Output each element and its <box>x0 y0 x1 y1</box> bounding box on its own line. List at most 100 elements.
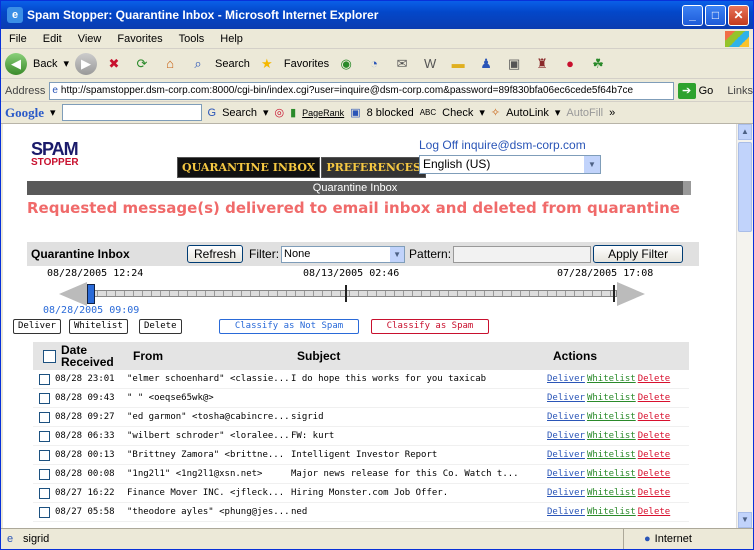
row-checkbox[interactable] <box>39 392 50 404</box>
table-row[interactable]: 08/28 09:27 "ed garmon" <tosha@cabincre..… <box>33 408 689 427</box>
autolink-dropdown-icon[interactable]: ▾ <box>555 106 561 119</box>
row-whitelist-link[interactable]: Whitelist <box>587 393 636 403</box>
go-button[interactable]: Go <box>699 85 714 97</box>
stop-icon[interactable]: ✖ <box>103 53 125 75</box>
tab-preferences[interactable]: PREFERENCES <box>321 157 426 178</box>
row-checkbox[interactable] <box>39 468 50 480</box>
row-deliver-link[interactable]: Deliver <box>547 507 585 517</box>
table-row[interactable]: 08/28 00:13 "Brittney Zamora" <brittne...… <box>33 446 689 465</box>
pagerank-label[interactable]: PageRank <box>302 108 344 118</box>
row-deliver-link[interactable]: Deliver <box>547 431 585 441</box>
messenger-icon[interactable]: ♟ <box>475 53 497 75</box>
filter-select[interactable]: None ▼ <box>281 245 406 263</box>
table-row[interactable]: 08/28 23:01 "elmer schoenhard" <classie..… <box>33 370 689 389</box>
row-deliver-link[interactable]: Deliver <box>547 469 585 479</box>
timeline-right-arrow-icon[interactable] <box>617 282 645 306</box>
address-field[interactable]: e http://spamstopper.dsm-corp.com:8000/c… <box>49 81 674 100</box>
menu-favorites[interactable]: Favorites <box>109 33 170 45</box>
refresh-button[interactable]: Refresh <box>187 245 244 263</box>
row-checkbox[interactable] <box>39 411 50 423</box>
row-deliver-link[interactable]: Deliver <box>547 412 585 422</box>
row-delete-link[interactable]: Delete <box>638 469 671 479</box>
links-button[interactable]: Links <box>727 85 753 97</box>
stopper-icon[interactable]: ● <box>559 53 581 75</box>
back-button[interactable]: Back <box>33 58 57 70</box>
table-row[interactable]: 08/28 06:33 "wilbert schroder" <loralee..… <box>33 427 689 446</box>
row-delete-link[interactable]: Delete <box>638 507 671 517</box>
row-whitelist-link[interactable]: Whitelist <box>587 488 636 498</box>
row-delete-link[interactable]: Delete <box>638 393 671 403</box>
history-icon[interactable]: ◔ <box>363 53 385 75</box>
row-delete-link[interactable]: Delete <box>638 431 671 441</box>
row-delete-link[interactable]: Delete <box>638 450 671 460</box>
scroll-down-icon[interactable]: ▼ <box>738 512 752 528</box>
row-whitelist-link[interactable]: Whitelist <box>587 412 636 422</box>
column-from[interactable]: From <box>133 349 297 363</box>
menu-view[interactable]: View <box>70 33 110 45</box>
scroll-thumb[interactable] <box>738 142 752 232</box>
row-subject[interactable]: Major news release for this Co. Watch t.… <box>291 469 547 479</box>
autofill-button[interactable]: AutoFill <box>566 107 603 119</box>
row-checkbox[interactable] <box>39 373 50 385</box>
row-whitelist-link[interactable]: Whitelist <box>587 431 636 441</box>
check-button[interactable]: Check <box>442 107 473 119</box>
google-search-button[interactable]: Search <box>222 107 257 119</box>
go-arrow-icon[interactable]: ➔ <box>677 82 696 99</box>
back-dropdown-icon[interactable]: ▾ <box>63 57 69 70</box>
row-subject[interactable]: I do hope this works for you taxicab <box>291 374 547 384</box>
menu-file[interactable]: File <box>1 33 35 45</box>
row-delete-link[interactable]: Delete <box>638 374 671 384</box>
mail-icon[interactable]: ✉ <box>391 53 413 75</box>
research-icon[interactable]: ▣ <box>503 53 525 75</box>
row-deliver-link[interactable]: Deliver <box>547 393 585 403</box>
row-subject[interactable]: Intelligent Investor Report <box>291 450 547 460</box>
classify-not-spam-button[interactable]: Classify as Not Spam <box>219 319 359 334</box>
media-icon[interactable]: ◉ <box>335 53 357 75</box>
column-date-received[interactable]: Date Received <box>61 344 133 368</box>
blocked-count[interactable]: 8 blocked <box>367 107 414 119</box>
row-deliver-link[interactable]: Deliver <box>547 374 585 384</box>
classify-spam-button[interactable]: Classify as Spam <box>371 319 489 334</box>
maximize-button[interactable]: □ <box>705 5 726 26</box>
delete-button[interactable]: Delete <box>139 319 182 334</box>
table-row[interactable]: 08/28 09:43 " " <oeqse65wk@> Deliver Whitel… <box>33 389 689 408</box>
scroll-up-icon[interactable]: ▲ <box>738 124 752 140</box>
language-select[interactable]: English (US) ▼ <box>419 155 601 174</box>
timeline-track[interactable] <box>87 290 617 297</box>
autolink-button[interactable]: AutoLink <box>506 107 549 119</box>
chevron-down-icon[interactable]: ▼ <box>584 156 600 173</box>
row-delete-link[interactable]: Delete <box>638 488 671 498</box>
row-checkbox[interactable] <box>39 506 50 518</box>
google-news-icon[interactable]: ◎ <box>274 106 284 119</box>
row-checkbox[interactable] <box>39 487 50 499</box>
table-row[interactable]: 08/27 16:22 Finance Mover INC. <jfleck...… <box>33 484 689 503</box>
google-search-icon[interactable]: G <box>208 107 217 119</box>
row-subject[interactable]: FW: kurt <box>291 431 547 441</box>
row-deliver-link[interactable]: Deliver <box>547 450 585 460</box>
row-checkbox[interactable] <box>39 449 50 461</box>
menu-edit[interactable]: Edit <box>35 33 70 45</box>
select-all-checkbox[interactable] <box>43 349 56 363</box>
apply-filter-button[interactable]: Apply Filter <box>593 245 684 263</box>
chevron-down-icon[interactable]: ▼ <box>390 246 405 262</box>
people-icon[interactable]: ☘ <box>587 53 609 75</box>
back-arrow-icon[interactable]: ◀ <box>5 52 27 75</box>
row-whitelist-link[interactable]: Whitelist <box>587 374 636 384</box>
tab-quarantine-inbox[interactable]: QUARANTINE INBOX <box>177 157 321 178</box>
timeline-handle[interactable] <box>87 284 95 304</box>
column-subject[interactable]: Subject <box>297 349 553 363</box>
edit-icon[interactable]: W <box>419 53 441 75</box>
close-button[interactable]: ✕ <box>728 5 749 26</box>
row-subject[interactable]: ned <box>291 507 547 517</box>
forward-arrow-icon[interactable]: ▶ <box>75 52 97 75</box>
logoff-link[interactable]: Log Off inquire@dsm-corp.com <box>419 138 586 152</box>
google-search-dropdown-icon[interactable]: ▾ <box>263 106 269 119</box>
search-button[interactable]: Search <box>215 58 250 70</box>
row-whitelist-link[interactable]: Whitelist <box>587 469 636 479</box>
table-row[interactable]: 08/28 00:08 "1ng2l1" <1ng2l1@xsn.net> Majo… <box>33 465 689 484</box>
google-logo[interactable]: Google <box>5 105 44 121</box>
row-whitelist-link[interactable]: Whitelist <box>587 507 636 517</box>
google-dropdown-icon[interactable]: ▾ <box>50 106 56 119</box>
check-dropdown-icon[interactable]: ▾ <box>479 106 485 119</box>
timeline-left-arrow-icon[interactable] <box>59 282 87 306</box>
